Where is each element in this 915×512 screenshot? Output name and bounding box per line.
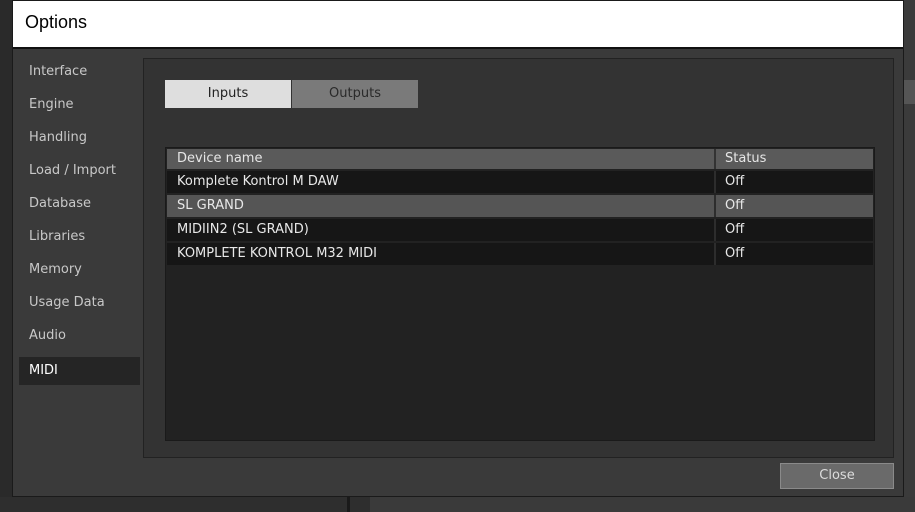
cell-separator <box>714 243 716 265</box>
device-status[interactable]: Off <box>725 171 744 193</box>
device-name: MIDIIN2 (SL GRAND) <box>177 222 309 237</box>
tab-inputs[interactable]: Inputs <box>165 80 291 108</box>
background-app-edge <box>904 0 915 512</box>
background-strip <box>370 497 915 512</box>
background-app-bottom <box>0 497 915 512</box>
cell-separator <box>714 171 716 193</box>
midi-settings-panel: Inputs Outputs Device name Status Komple… <box>143 58 894 458</box>
cell-separator <box>714 195 716 217</box>
device-status[interactable]: Off <box>725 219 744 241</box>
options-sidebar: Interface Engine Handling Load / Import … <box>19 58 140 385</box>
device-name: KOMPLETE KONTROL M32 MIDI <box>177 246 377 261</box>
sidebar-item-usage-data[interactable]: Usage Data <box>19 289 140 322</box>
table-row[interactable]: KOMPLETE KONTROL M32 MIDI Off <box>167 243 873 265</box>
sidebar-item-database[interactable]: Database <box>19 190 140 223</box>
background-separator <box>347 497 350 512</box>
tab-outputs[interactable]: Outputs <box>292 80 418 108</box>
sidebar-item-midi[interactable]: MIDI <box>19 357 140 385</box>
device-name: Komplete Kontrol M DAW <box>177 174 339 189</box>
column-header-status[interactable]: Status <box>725 149 766 169</box>
sidebar-item-libraries[interactable]: Libraries <box>19 223 140 256</box>
cell-separator <box>714 219 716 241</box>
table-header: Device name Status <box>167 149 873 169</box>
options-dialog: Options Interface Engine Handling Load /… <box>12 0 904 497</box>
device-name: SL GRAND <box>177 198 244 213</box>
device-table: Device name Status Komplete Kontrol M DA… <box>165 147 875 441</box>
column-header-device-name[interactable]: Device name <box>177 149 262 169</box>
sidebar-item-handling[interactable]: Handling <box>19 124 140 157</box>
sidebar-item-memory[interactable]: Memory <box>19 256 140 289</box>
sidebar-item-interface[interactable]: Interface <box>19 58 140 91</box>
sidebar-item-engine[interactable]: Engine <box>19 91 140 124</box>
device-status[interactable]: Off <box>725 243 744 265</box>
table-row[interactable]: SL GRAND Off <box>167 195 873 217</box>
background-scrollbar <box>904 80 915 104</box>
table-row[interactable]: Komplete Kontrol M DAW Off <box>167 171 873 193</box>
dialog-title: Options <box>25 12 88 32</box>
close-button[interactable]: Close <box>780 463 894 489</box>
sidebar-item-load-import[interactable]: Load / Import <box>19 157 140 190</box>
column-separator[interactable] <box>714 149 716 169</box>
table-row[interactable]: MIDIIN2 (SL GRAND) Off <box>167 219 873 241</box>
device-status[interactable]: Off <box>725 195 744 217</box>
sidebar-item-audio[interactable]: Audio <box>19 322 140 355</box>
title-bar: Options <box>13 1 903 49</box>
